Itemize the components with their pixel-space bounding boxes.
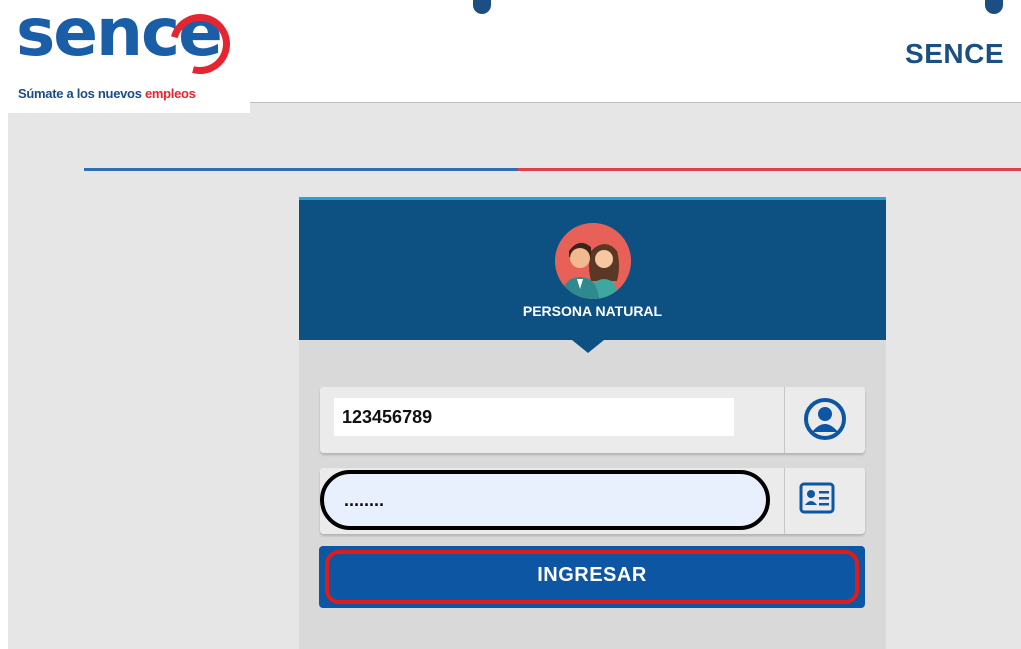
profile-header: PERSONA NATURAL <box>299 200 886 340</box>
id-card-icon <box>799 482 835 514</box>
header-decoration <box>473 0 491 14</box>
username-field <box>320 387 865 453</box>
id-card-icon-cell <box>784 468 865 534</box>
sence-logo[interactable]: sence Súmate a los nuevos empleos <box>0 0 250 113</box>
password-input[interactable] <box>320 470 770 530</box>
rut-input[interactable] <box>334 398 734 436</box>
ingresar-button[interactable]: INGRESAR <box>319 546 865 608</box>
section-divider-red <box>518 168 1021 171</box>
brand-title: SENCE <box>905 38 1004 69</box>
header-decoration <box>985 0 1003 14</box>
password-field <box>320 468 865 534</box>
user-circle-icon <box>804 398 846 440</box>
user-icon-cell <box>784 387 865 453</box>
logo-tagline: Súmate a los nuevos empleos <box>18 86 196 101</box>
username-wrapper <box>320 387 784 453</box>
persona-natural-label: PERSONA NATURAL <box>522 303 663 319</box>
password-wrapper <box>320 468 784 534</box>
persona-avatar-icon <box>555 223 631 299</box>
ingresar-button-label: INGRESAR <box>537 564 647 586</box>
section-divider-blue <box>84 168 518 171</box>
header-pointer <box>572 340 604 353</box>
login-card: PERSONA NATURAL 123456789 ........ INGRE… <box>299 197 886 649</box>
